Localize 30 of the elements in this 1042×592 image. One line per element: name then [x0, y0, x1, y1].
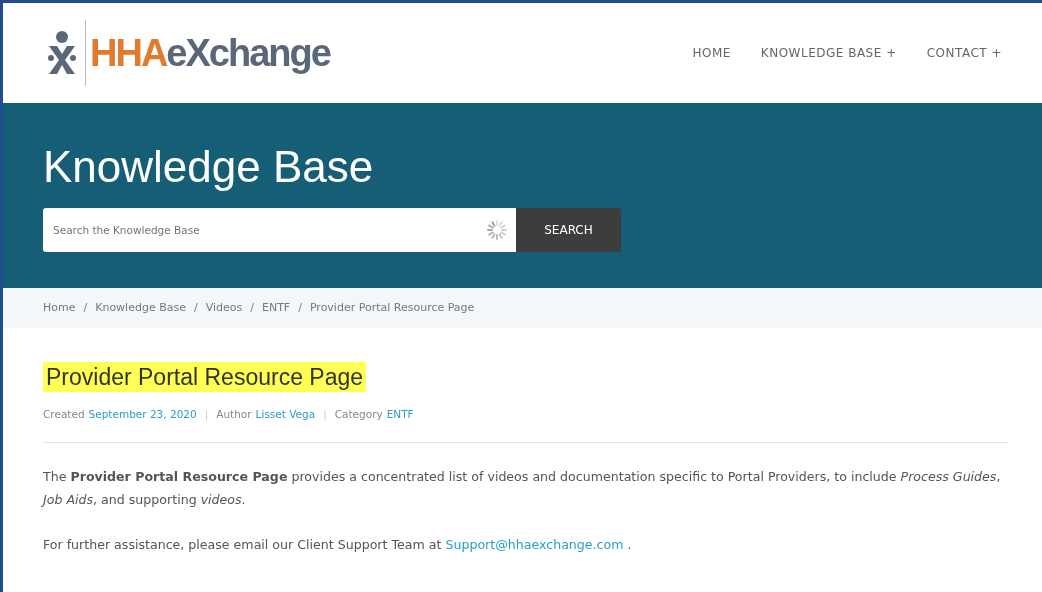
meta-link[interactable]: Lisset Vega — [255, 406, 316, 423]
meta-link[interactable]: ENTF — [386, 406, 414, 423]
meta-label: Author — [216, 406, 252, 422]
meta-separator: | — [323, 406, 327, 423]
email-link[interactable]: Support@hhaexchange.com — [445, 537, 624, 553]
breadcrumb-link[interactable]: Provider Portal Resource Page — [309, 299, 475, 317]
meta-link[interactable]: September 23, 2020 — [88, 406, 197, 423]
breadcrumb-link[interactable]: Videos — [205, 299, 243, 317]
breadcrumb-separator: / — [83, 299, 88, 316]
breadcrumb-separator: / — [250, 299, 254, 316]
search-field[interactable]: Search the Knowledge Base — [43, 207, 516, 252]
brand-logo[interactable]: HHAeXchange — [86, 34, 330, 72]
nav-link-item[interactable]: KNOWLEDGE BASE + — [760, 44, 897, 62]
meta-label: Created — [43, 406, 85, 422]
person-logo-icon — [45, 30, 79, 76]
nav-link-item[interactable]: HOME — [692, 44, 731, 62]
meta-label: Category — [334, 406, 383, 422]
nav-link-item[interactable]: CONTACT + — [926, 44, 1002, 62]
breadcrumb-separator: / — [298, 299, 302, 316]
breadcrumb-link[interactable]: ENTF — [261, 299, 291, 317]
search-button[interactable]: SEARCH — [516, 207, 621, 252]
body-text: . — [627, 537, 632, 553]
meta-separator: | — [204, 406, 209, 423]
breadcrumb-link[interactable]: Home — [43, 299, 76, 317]
breadcrumb-link[interactable]: Knowledge Base — [95, 299, 186, 317]
body-paragraph: The Provider Portal Resource Page provides a concentrated list of videos and documentation specific to Portal Providers, to include Process Guides, Job Aids, and supporting videos. — [43, 468, 1002, 510]
body-text: For further assistance, please email our Client Support Team at — [43, 537, 442, 553]
breadcrumb-separator: / — [193, 299, 198, 316]
page-heading: Knowledge Base — [43, 141, 375, 193]
article-title: Provider Portal Resource Page — [43, 362, 367, 392]
